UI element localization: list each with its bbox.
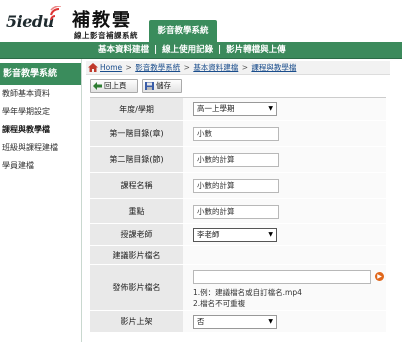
tab-video-teaching[interactable]: 影音教學系統 (149, 20, 217, 42)
teacher-select[interactable]: 李老師 ▼ (193, 228, 277, 242)
sidebar-title: 影音教學系統 (0, 63, 81, 85)
save-button[interactable]: 儲存 (142, 79, 182, 93)
catalog-1-input[interactable]: 小數 (193, 127, 279, 141)
brand-title: 補教雲 (72, 10, 132, 31)
nav-link-basic-data[interactable]: 基本資料建檔 (98, 45, 149, 55)
chevron-down-icon: ▼ (268, 318, 273, 325)
back-arrow-icon (93, 82, 102, 90)
breadcrumb-separator: > (183, 63, 190, 72)
video-upload-select[interactable]: 否 ▼ (193, 315, 277, 329)
catalog-2-input[interactable]: 小數的計算 (193, 153, 279, 167)
year-term-label: 年度/學期 (90, 98, 183, 120)
arrow-right-icon[interactable]: ▶ (375, 272, 384, 281)
sidebar: 影音教學系統 教師基本資料 學年學期設定 課程與教學檔 班級與課程建檔 學員建檔 (0, 59, 82, 342)
sidebar-item-course-files[interactable]: 課程與教學檔 (0, 121, 81, 139)
course-name-input[interactable]: 小數的計算 (193, 179, 279, 193)
key-point-label: 重點 (90, 199, 183, 223)
publish-file-label: 發佈影片檔名 (90, 265, 183, 310)
form-row-catalog-2: 第二階目錄(節) 小數的計算 (90, 147, 386, 173)
publish-file-hint-2: 2.檔名不可重複 (193, 299, 246, 308)
video-file-value (193, 249, 279, 263)
app-header: 5iedu 補教雲 線上影音補課系統 影音教學系統 (0, 0, 402, 42)
nav-link-video-upload[interactable]: 影片轉檔與上傳 (226, 45, 286, 55)
signal-waves-icon (50, 6, 62, 21)
key-point-input[interactable]: 小數的計算 (193, 205, 279, 219)
form-row-video-file: 建議影片檔名 (90, 246, 386, 265)
catalog-2-label: 第二階目錄(節) (90, 147, 183, 172)
nav-separator: | (218, 45, 222, 55)
home-icon (88, 63, 98, 72)
brand-subtitle: 線上影音補課系統 (74, 31, 138, 40)
top-navbar: 基本資料建檔 | 線上使用記錄 | 影片轉檔與上傳 (0, 42, 402, 59)
form-row-year-term: 年度/學期 高一上學期 ▼ (90, 98, 386, 121)
teacher-label: 授課老師 (90, 224, 183, 245)
sidebar-item-term-settings[interactable]: 學年學期設定 (0, 103, 81, 121)
back-button[interactable]: 回上頁 (90, 79, 138, 93)
chevron-down-icon: ▼ (268, 231, 273, 238)
form-row-publish-file: 發佈影片檔名 ▶ 1.例：建議檔名或自訂檔名.mp4 2.檔名不可重複 (90, 265, 386, 311)
floppy-disk-icon (145, 82, 154, 90)
year-term-select[interactable]: 高一上學期 ▼ (193, 102, 277, 116)
breadcrumb-separator: > (125, 63, 132, 72)
catalog-1-label: 第一階目錄(章) (90, 121, 183, 146)
breadcrumb: Home > 影音教學系統 > 基本資料建檔 > 課程與教學檔 (86, 61, 390, 75)
course-form: 年度/學期 高一上學期 ▼ 第一階目錄(章) 小數 第二階目錄(節) 小數的計算 (90, 97, 386, 333)
nav-link-usage-records[interactable]: 線上使用記錄 (162, 45, 213, 55)
sidebar-item-students[interactable]: 學員建檔 (0, 157, 81, 175)
form-row-catalog-1: 第一階目錄(章) 小數 (90, 121, 386, 147)
breadcrumb-video-teaching[interactable]: 影音教學系統 (135, 63, 180, 72)
breadcrumb-course-files[interactable]: 課程與教學檔 (251, 63, 296, 72)
save-button-label: 儲存 (156, 81, 171, 90)
publish-file-input[interactable] (193, 270, 371, 284)
form-row-teacher: 授課老師 李老師 ▼ (90, 224, 386, 246)
chevron-down-icon: ▼ (268, 105, 273, 112)
breadcrumb-home[interactable]: Home (100, 63, 122, 72)
logo[interactable]: 5iedu (6, 12, 54, 31)
form-row-course-name: 課程名稱 小數的計算 (90, 173, 386, 199)
publish-file-hint-1: 1.例：建議檔名或自訂檔名.mp4 (193, 288, 302, 297)
video-upload-label: 影片上架 (90, 311, 183, 332)
video-file-label: 建議影片檔名 (90, 246, 183, 264)
nav-separator: | (153, 45, 158, 55)
back-button-label: 回上頁 (104, 81, 127, 90)
breadcrumb-basic-data[interactable]: 基本資料建檔 (193, 63, 238, 72)
breadcrumb-separator: > (241, 63, 248, 72)
form-row-key-point: 重點 小數的計算 (90, 199, 386, 224)
sidebar-item-class-course[interactable]: 班級與課程建檔 (0, 139, 81, 157)
sidebar-item-teacher-info[interactable]: 教師基本資料 (0, 85, 81, 103)
main-content: Home > 影音教學系統 > 基本資料建檔 > 課程與教學檔 回上頁 儲存 年… (86, 59, 390, 342)
course-name-label: 課程名稱 (90, 173, 183, 198)
form-row-video-upload: 影片上架 否 ▼ (90, 311, 386, 333)
